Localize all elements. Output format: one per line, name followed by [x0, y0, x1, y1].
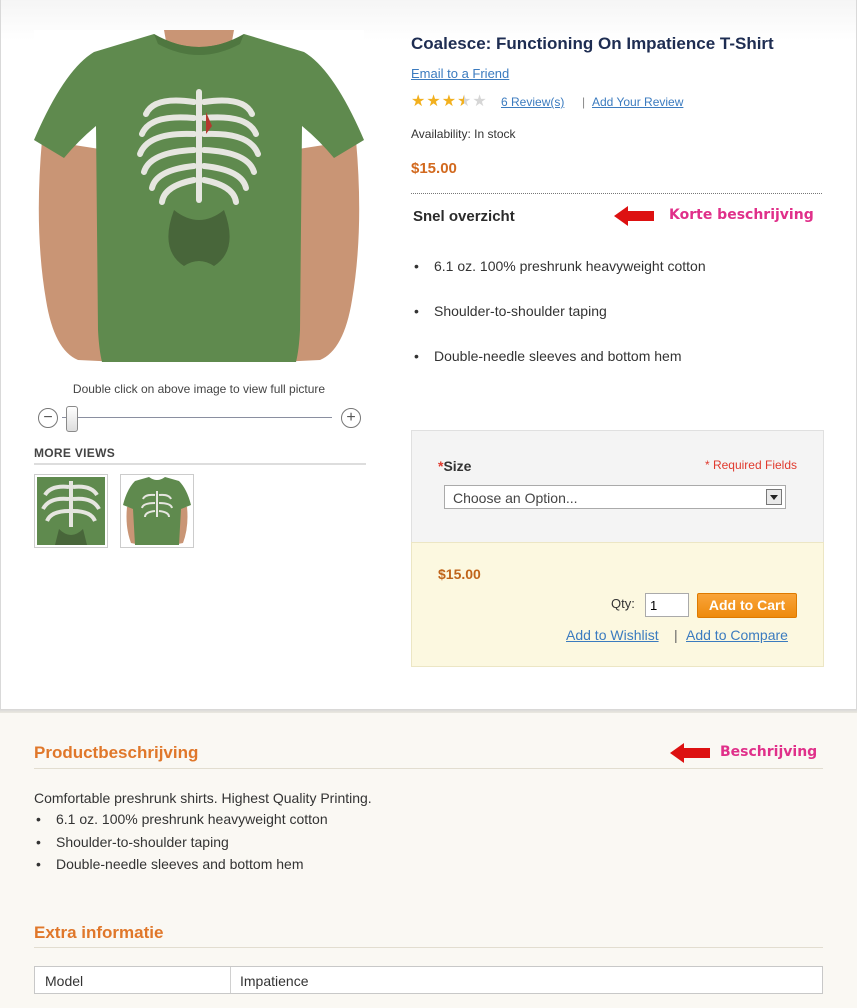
- zoom-slider-track[interactable]: [62, 417, 332, 418]
- size-label: *Size: [438, 458, 472, 474]
- star-full-icon: ★: [426, 93, 441, 110]
- list-item: Shoulder-to-shoulder taping: [34, 834, 328, 857]
- description-list: 6.1 oz. 100% preshrunk heavyweight cotto…: [34, 811, 328, 879]
- spec-value: Impatience: [240, 973, 309, 989]
- list-item: 6.1 oz. 100% preshrunk heavyweight cotto…: [34, 811, 328, 834]
- thumbnail-closeup[interactable]: [34, 474, 108, 548]
- add-to-cart-button[interactable]: Add to Cart: [697, 593, 797, 618]
- image-zoom-hint: Double click on above image to view full…: [72, 382, 326, 396]
- description-heading: Productbeschrijving: [34, 743, 199, 762]
- star-full-icon: ★: [441, 93, 457, 110]
- spec-table: Model Impatience: [34, 966, 823, 994]
- arrow-left-icon: [670, 743, 710, 763]
- thumbnail-full[interactable]: [120, 474, 194, 548]
- short-description-annotation: Korte beschrijving: [669, 207, 814, 223]
- list-item: Double-needle sleeves and bottom hem: [413, 348, 706, 393]
- list-item: Double-needle sleeves and bottom hem: [34, 856, 328, 879]
- dotted-divider: [411, 193, 822, 194]
- star-full-icon: ★: [411, 93, 426, 110]
- list-item: 6.1 oz. 100% preshrunk heavyweight cotto…: [413, 258, 706, 303]
- review-separator: |: [582, 95, 586, 109]
- add-to-compare-link[interactable]: Add to Compare: [686, 627, 788, 643]
- star-half-icon: ★: [457, 93, 472, 110]
- qty-input[interactable]: [645, 593, 689, 617]
- description-text: Comfortable preshrunk shirts. Highest Qu…: [34, 790, 372, 806]
- cart-price: $15.00: [438, 566, 481, 582]
- arrow-left-icon: [614, 206, 654, 226]
- description-annotation: Beschrijving: [720, 744, 818, 760]
- spec-key: Model: [35, 967, 231, 993]
- rating-stars: ★ ★ ★ ★ ★: [411, 94, 487, 110]
- star-empty-icon: ★: [472, 93, 487, 110]
- extra-info-heading: Extra informatie: [34, 923, 164, 942]
- product-image[interactable]: [34, 30, 364, 362]
- zoom-in-button[interactable]: +: [341, 408, 361, 428]
- quick-overview-heading: Snel overzicht: [413, 208, 515, 225]
- product-price: $15.00: [411, 160, 457, 177]
- description-divider: [34, 768, 823, 769]
- size-select[interactable]: Choose an Option...: [444, 485, 786, 509]
- extra-info-divider: [34, 947, 823, 948]
- dropdown-arrow-icon[interactable]: [766, 489, 782, 505]
- size-select-value: Choose an Option...: [453, 490, 578, 506]
- more-views-divider: [34, 463, 366, 465]
- reviews-link[interactable]: 6 Review(s): [501, 95, 564, 109]
- email-to-friend-link[interactable]: Email to a Friend: [411, 66, 509, 81]
- list-item: Shoulder-to-shoulder taping: [413, 303, 706, 348]
- product-title: Coalesce: Functioning On Impatience T-Sh…: [411, 34, 774, 53]
- zoom-out-button[interactable]: −: [38, 408, 58, 428]
- quick-overview-list: 6.1 oz. 100% preshrunk heavyweight cotto…: [413, 258, 706, 393]
- add-review-link[interactable]: Add Your Review: [592, 95, 683, 109]
- qty-label: Qty:: [611, 596, 635, 611]
- add-to-wishlist-link[interactable]: Add to Wishlist: [566, 627, 659, 643]
- availability-status: Availability: In stock: [411, 127, 516, 141]
- more-views-heading: MORE VIEWS: [34, 446, 116, 460]
- cart-link-separator: |: [674, 627, 678, 643]
- zoom-slider-handle[interactable]: [66, 406, 78, 432]
- required-fields-note: * Required Fields: [704, 458, 797, 472]
